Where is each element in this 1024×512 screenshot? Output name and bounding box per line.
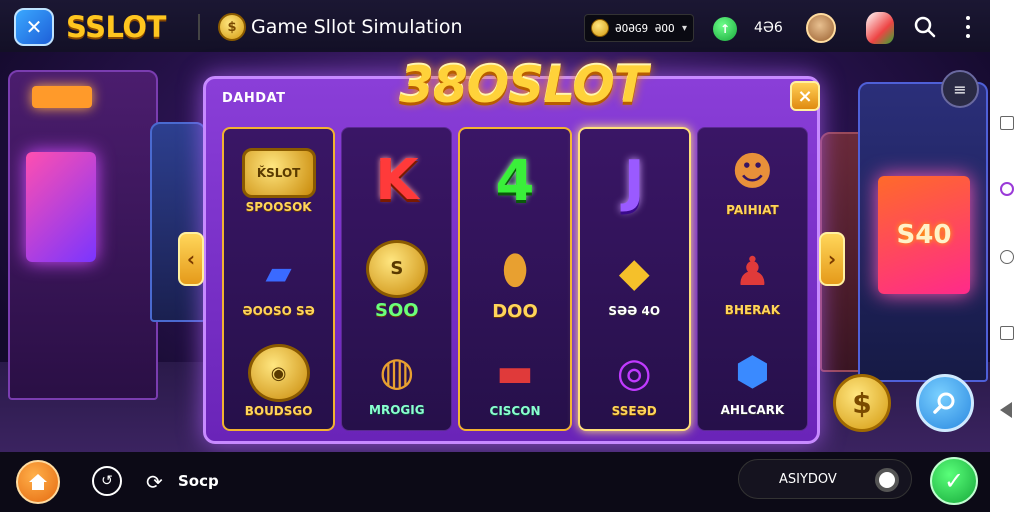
cell-label: MROGIG (369, 403, 425, 417)
input-value: ASIYDOV (779, 471, 837, 487)
reel-3[interactable]: 4 ⬮ DOO ▬ CISCON (458, 127, 572, 431)
gem-count: 4Ə6 (754, 20, 783, 36)
reel-4-selected[interactable]: J ◆ SƏƏ 4O ◎ SSEƏD (577, 127, 691, 431)
text-input[interactable]: ASIYDOV (738, 459, 912, 499)
token-icon[interactable] (875, 468, 899, 492)
reel-cell[interactable]: ⬮ DOO (460, 231, 569, 331)
reel-cell[interactable]: ⬢ AHLCARK (698, 330, 807, 430)
reel-cell[interactable]: ǨSLOT SPOOSOK (224, 131, 333, 231)
gold-bag-icon: ◆ (618, 250, 650, 296)
system-nav-bar (990, 0, 1024, 512)
reel-grid: ǨSLOT SPOOSOK ▰ ƏOOSO SƏ ◉ BOUDSGO K S S… (222, 127, 809, 431)
arcade-cabinet-left (8, 70, 158, 400)
cell-label: BOUDSGO (244, 404, 313, 418)
reel-cell[interactable]: ◍ MROGIG (342, 330, 451, 430)
avatar[interactable] (806, 13, 836, 43)
reel-cell[interactable]: ♟ BHERAK (698, 230, 807, 330)
cabinet-sign (32, 86, 92, 108)
gem-icon[interactable]: ↑ (713, 17, 737, 41)
slot-modal: DAHDAT 38OSLOT × ǨSLOT SPOOSOK ▰ ƏOOSO S… (203, 56, 820, 444)
barrel-icon: ⬮ (502, 246, 528, 293)
letter-k-icon: K (375, 147, 419, 213)
balance-dropdown[interactable]: ƏOƏG9 ƏOO ▾ (584, 14, 694, 42)
cell-label: SOO (375, 299, 419, 321)
reel-cell[interactable]: S SOO (342, 230, 451, 330)
home-icon (29, 474, 47, 490)
character-icon: ☻ (731, 149, 774, 195)
coin-button[interactable]: $ (833, 374, 891, 432)
sliders-icon[interactable]: ≡ (941, 70, 979, 108)
close-button[interactable]: × (790, 81, 820, 111)
reel-cell[interactable]: ◉ BOUDSGO (224, 331, 333, 431)
modal-logo: 38OSLOT (399, 56, 648, 114)
number-4-icon: 4 (495, 148, 535, 214)
reel-cell[interactable]: J (580, 131, 689, 231)
cell-label: DOO (492, 300, 538, 322)
sync-icon[interactable]: ⟳ (146, 470, 163, 494)
arcade-cabinet-left-back (150, 122, 206, 322)
reel-cell[interactable]: ◆ SƏƏ 4O (580, 231, 689, 331)
mascot-icon[interactable] (866, 12, 894, 44)
timer-icon[interactable]: ↺ (92, 466, 122, 496)
reel-cell[interactable]: ▰ ƏOOSO SƏ (224, 231, 333, 331)
divider (198, 14, 200, 40)
lion-icon: ◍ (379, 349, 415, 395)
letter-j-icon: J (623, 148, 645, 214)
gem-icon: ⬢ (734, 349, 770, 395)
cabinet-display: S40 (878, 176, 970, 294)
more-vert-icon[interactable] (962, 14, 974, 40)
sync-label[interactable]: Socp (178, 472, 219, 490)
home-button[interactable] (16, 460, 60, 504)
cabinet-screen (26, 152, 96, 262)
reel-2[interactable]: K S SOO ◍ MROGIG (341, 127, 453, 431)
app-logo-icon[interactable]: ✕ (14, 8, 54, 46)
reel-cell[interactable]: ◎ SSEƏD (580, 331, 689, 431)
reel-cell[interactable]: K (342, 130, 451, 230)
reel-cell[interactable]: 4 (460, 131, 569, 231)
assistant-icon[interactable] (1000, 182, 1014, 196)
coin-icon: S (365, 239, 428, 298)
slot-badge-icon: ǨSLOT (241, 148, 316, 198)
arcade-cabinet-right: S40 (858, 82, 988, 382)
reel-5[interactable]: ☻ PAIHIAT ♟ BHERAK ⬢ AHLCARK (696, 127, 809, 431)
confirm-button[interactable]: ✓ (930, 457, 978, 505)
bottom-bar: ↺ ⟳ Socp ASIYDOV ✓ (0, 452, 990, 512)
cell-label: SƏƏ 4O (608, 304, 661, 318)
elf-icon: ♟ (734, 249, 771, 295)
top-bar: ✕ SSLOT $ Game Sllot Simulation ƏOƏG9 ƏO… (0, 0, 990, 52)
cell-label: ƏOOSO SƏ (242, 304, 315, 318)
coin-icon (591, 19, 609, 37)
cell-label: CISCON (489, 404, 541, 418)
cell-label: PAIHIAT (726, 203, 779, 217)
cell-label: SSEƏD (611, 404, 657, 418)
coin-icon: $ (218, 13, 246, 41)
search-button[interactable] (916, 374, 974, 432)
balance-value: ƏOƏG9 ƏOO (615, 21, 675, 35)
reel-cell[interactable]: ☻ PAIHIAT (698, 130, 807, 230)
cell-label: BHERAK (724, 303, 781, 317)
bottle-icon: ▰ (265, 253, 292, 293)
cell-label: SPOOSOK (245, 200, 312, 214)
modal-label: DAHDAT (222, 91, 286, 106)
search-icon[interactable] (914, 16, 936, 38)
chip-icon: ◉ (247, 344, 310, 402)
page-title: Game Sllot Simulation (251, 16, 463, 38)
reel-1[interactable]: ǨSLOT SPOOSOK ▰ ƏOOSO SƏ ◉ BOUDSGO (222, 127, 336, 431)
prev-arrow-button[interactable]: ‹ (178, 232, 204, 286)
reel-cell[interactable]: ▬ CISCON (460, 331, 569, 431)
chevron-down-icon: ▾ (681, 22, 687, 34)
sack-icon: ▬ (496, 350, 534, 396)
next-arrow-button[interactable]: › (819, 232, 845, 286)
recents-icon[interactable] (1000, 116, 1014, 130)
brand-name: SSLOT (66, 10, 166, 44)
back-icon[interactable] (1000, 402, 1012, 418)
overview-icon[interactable] (1000, 326, 1014, 340)
cell-label: AHLCARK (720, 403, 785, 417)
search-icon (933, 392, 955, 414)
home-nav-icon[interactable] (1000, 250, 1014, 264)
bottle-badge-icon: ◎ (616, 350, 652, 396)
